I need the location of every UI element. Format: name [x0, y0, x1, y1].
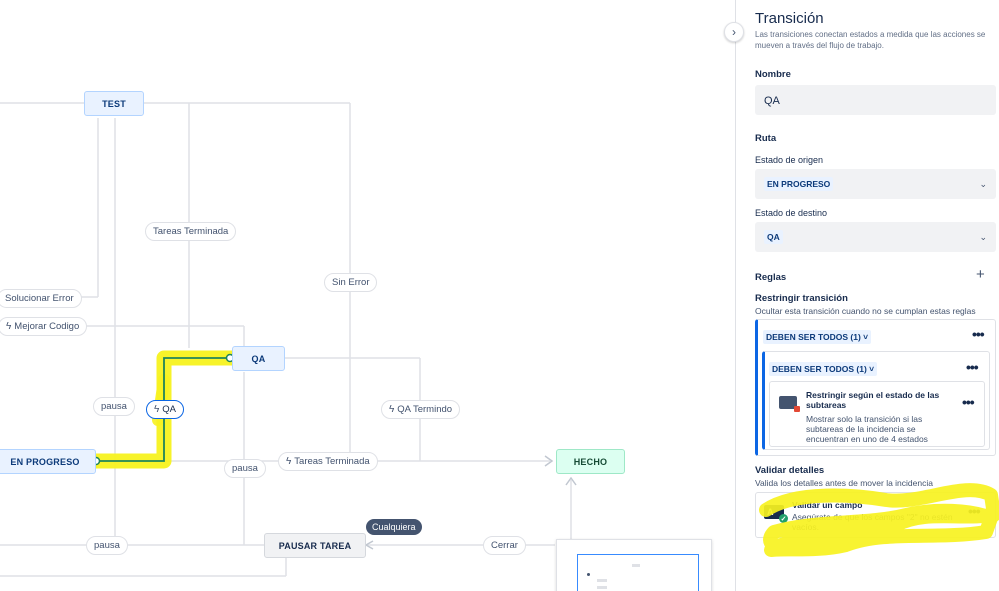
- more-options-icon[interactable]: •••: [968, 503, 981, 519]
- field-validator-icon: A: [764, 505, 788, 523]
- minimap-node: [597, 586, 607, 589]
- restringir-title: Restringir transición: [755, 293, 848, 304]
- transition-cerrar[interactable]: Cerrar: [483, 536, 526, 555]
- minimap[interactable]: [556, 539, 712, 591]
- more-options-icon[interactable]: •••: [972, 326, 985, 342]
- origen-value: EN PROGRESO: [764, 177, 834, 191]
- panel-description: Las transiciones conectan estados a medi…: [755, 30, 986, 50]
- group-inner-dropdown[interactable]: DEBEN SER TODOS (1) ˅: [769, 362, 878, 376]
- minimap-node: [597, 579, 607, 582]
- collapse-panel-button[interactable]: ›: [724, 22, 744, 42]
- lightning-icon: ϟ: [286, 456, 292, 467]
- chevron-down-icon: ⌄: [979, 178, 987, 189]
- origen-select[interactable]: EN PROGRESO ⌄: [755, 169, 996, 199]
- transition-tareas-terminada-bottom[interactable]: ϟ Tareas Terminada: [278, 452, 378, 471]
- transition-mejorar-codigo[interactable]: ϟ Mejorar Codigo: [0, 317, 88, 336]
- workflow-canvas[interactable]: TEST QA EN PROGRESO HECHO PAUSAR TAREA S…: [0, 0, 735, 591]
- minimap-node: [632, 564, 640, 567]
- validator-title: Validar un campo: [792, 500, 863, 510]
- status-test[interactable]: TEST: [84, 91, 144, 116]
- panel-title: Transición: [755, 10, 824, 27]
- transition-tareas-terminada-top[interactable]: Tareas Terminada: [145, 222, 237, 241]
- rule-card-subtareas[interactable]: Restringir según el estado de las subtar…: [769, 381, 985, 447]
- transition-details-panel: Transición Las transiciones conectan est…: [735, 0, 999, 591]
- add-rule-plus-icon[interactable]: +: [976, 266, 985, 283]
- minimap-node: [587, 573, 590, 576]
- validator-card[interactable]: A Validar un campo Asegúrate de que los …: [755, 492, 996, 538]
- minimap-viewport[interactable]: [577, 554, 699, 591]
- transition-qa-termindo[interactable]: ϟ QA Termindo: [381, 400, 461, 419]
- server-restrict-icon: [779, 396, 800, 412]
- status-hecho[interactable]: HECHO: [556, 449, 625, 474]
- more-options-icon[interactable]: •••: [966, 359, 979, 375]
- nombre-input[interactable]: QA: [755, 85, 996, 115]
- destino-select[interactable]: QA ⌄: [755, 222, 996, 252]
- validar-title: Validar detalles: [755, 465, 825, 476]
- rule-description: Mostrar solo la transición si las subtar…: [806, 414, 928, 444]
- transition-qa-selected[interactable]: ϟ QA: [146, 400, 185, 419]
- status-en-progreso[interactable]: EN PROGRESO: [0, 449, 96, 474]
- group-outer-dropdown[interactable]: DEBEN SER TODOS (1) ˅: [763, 330, 872, 344]
- lightning-icon: ϟ: [389, 404, 395, 415]
- ruta-label: Ruta: [755, 133, 777, 144]
- tooltip-cualquiera: Cualquiera: [366, 519, 422, 535]
- validar-description: Valida los detalles antes de mover la in…: [755, 478, 933, 488]
- status-pausar-tarea[interactable]: PAUSAR TAREA: [264, 533, 366, 558]
- nombre-label: Nombre: [755, 69, 791, 80]
- destino-value: QA: [764, 230, 783, 244]
- lightning-icon: ϟ: [6, 321, 12, 332]
- transition-solucionar-error[interactable]: Solucionar Error: [0, 289, 82, 308]
- transition-sin-error[interactable]: Sin Error: [324, 273, 378, 292]
- transition-pausa-mid[interactable]: pausa: [224, 459, 266, 478]
- transition-pausa-left[interactable]: pausa: [93, 397, 135, 416]
- chevron-down-icon: ⌄: [979, 231, 987, 242]
- validator-description: Asegúrate de que los campos "2" no estén…: [792, 512, 953, 532]
- status-qa[interactable]: QA: [232, 346, 285, 371]
- chevron-right-icon: ›: [732, 25, 736, 39]
- connector-lines: [0, 102, 577, 577]
- destino-label: Estado de destino: [755, 208, 828, 218]
- reglas-label: Reglas: [755, 272, 787, 283]
- restringir-description: Ocultar esta transición cuando no se cum…: [755, 306, 976, 316]
- more-options-icon[interactable]: •••: [962, 394, 975, 410]
- transition-pausa-bottom[interactable]: pausa: [86, 536, 128, 555]
- rule-title: Restringir según el estado de las subtar…: [806, 390, 940, 410]
- lightning-icon: ϟ: [154, 404, 160, 415]
- origen-label: Estado de origen: [755, 155, 824, 165]
